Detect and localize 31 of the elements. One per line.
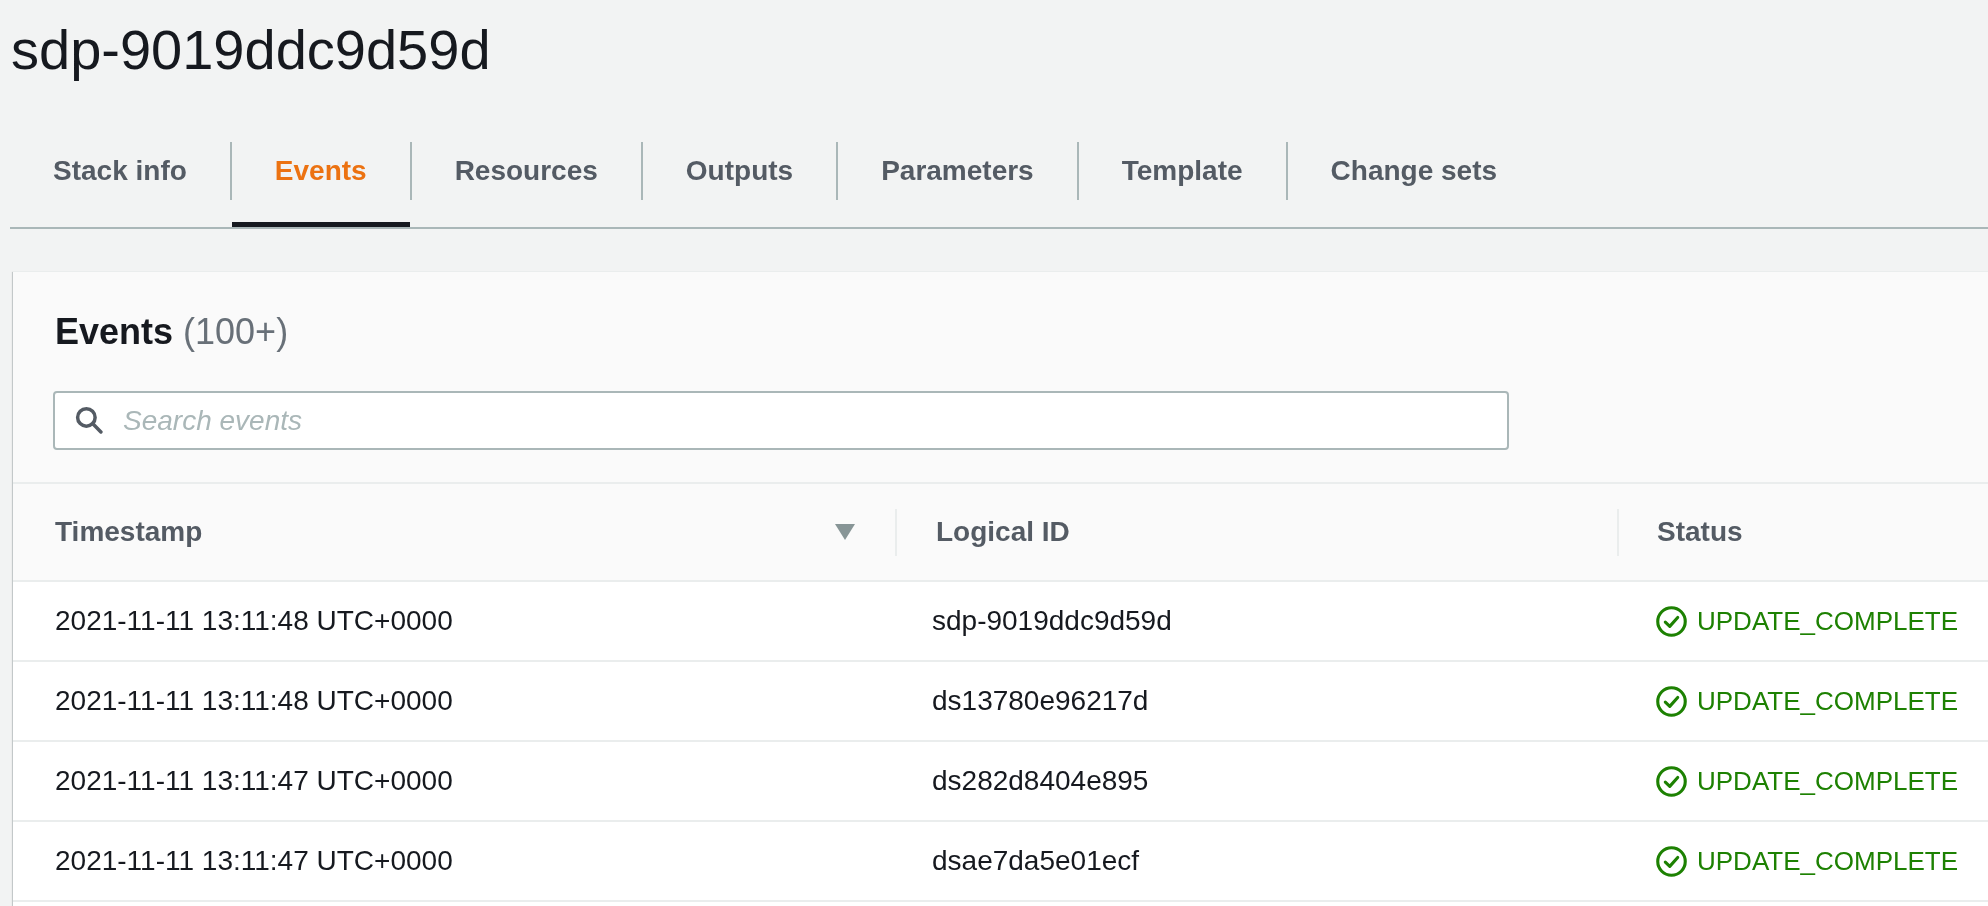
tab[interactable]: Resources (411, 118, 641, 227)
status-label: UPDATE_COMPLETE (1697, 605, 1958, 638)
check-circle-icon (1656, 765, 1687, 797)
status-label: UPDATE_COMPLETE (1697, 685, 1958, 718)
status-label: UPDATE_COMPLETE (1697, 765, 1958, 798)
tab[interactable]: Parameters (838, 118, 1077, 227)
logical-id-cell: sdp-9019ddc9d59d (932, 604, 1172, 638)
logical-id-cell: dsae7da5e01ecf (932, 844, 1140, 878)
timestamp-cell: 2021-11-11 13:11:48 UTC+0000 (55, 684, 453, 718)
logical-id-cell: ds13780e96217d (932, 684, 1149, 718)
logical-id-cell: ds282d8404e895 (932, 764, 1149, 798)
stack-title: sdp-9019ddc9d59d (11, 17, 491, 83)
tab[interactable]: Change sets (1287, 118, 1541, 227)
status-label: UPDATE_COMPLETE (1697, 845, 1958, 878)
timestamp-cell: 2021-11-11 13:11:47 UTC+0000 (55, 844, 453, 878)
sort-caret-icon[interactable] (835, 524, 855, 540)
tab[interactable]: Stack info (10, 118, 230, 227)
timestamp-cell: 2021-11-11 13:11:47 UTC+0000 (55, 764, 453, 798)
column-header[interactable]: Logical ID (936, 515, 1070, 549)
tab[interactable]: Template (1078, 118, 1286, 227)
event-count: (100+) (183, 310, 289, 354)
check-circle-icon (1656, 845, 1687, 877)
check-circle-icon (1656, 605, 1687, 637)
timestamp-cell: 2021-11-11 13:11:48 UTC+0000 (55, 604, 453, 638)
search-field[interactable]: Search events (53, 391, 1509, 450)
panel-heading: Events (55, 310, 174, 354)
check-circle-icon (1656, 685, 1687, 717)
column-header[interactable]: Status (1657, 515, 1743, 549)
tab[interactable]: Outputs (642, 118, 837, 227)
column-header[interactable]: Timestamp (55, 515, 203, 549)
search-icon (75, 406, 103, 434)
